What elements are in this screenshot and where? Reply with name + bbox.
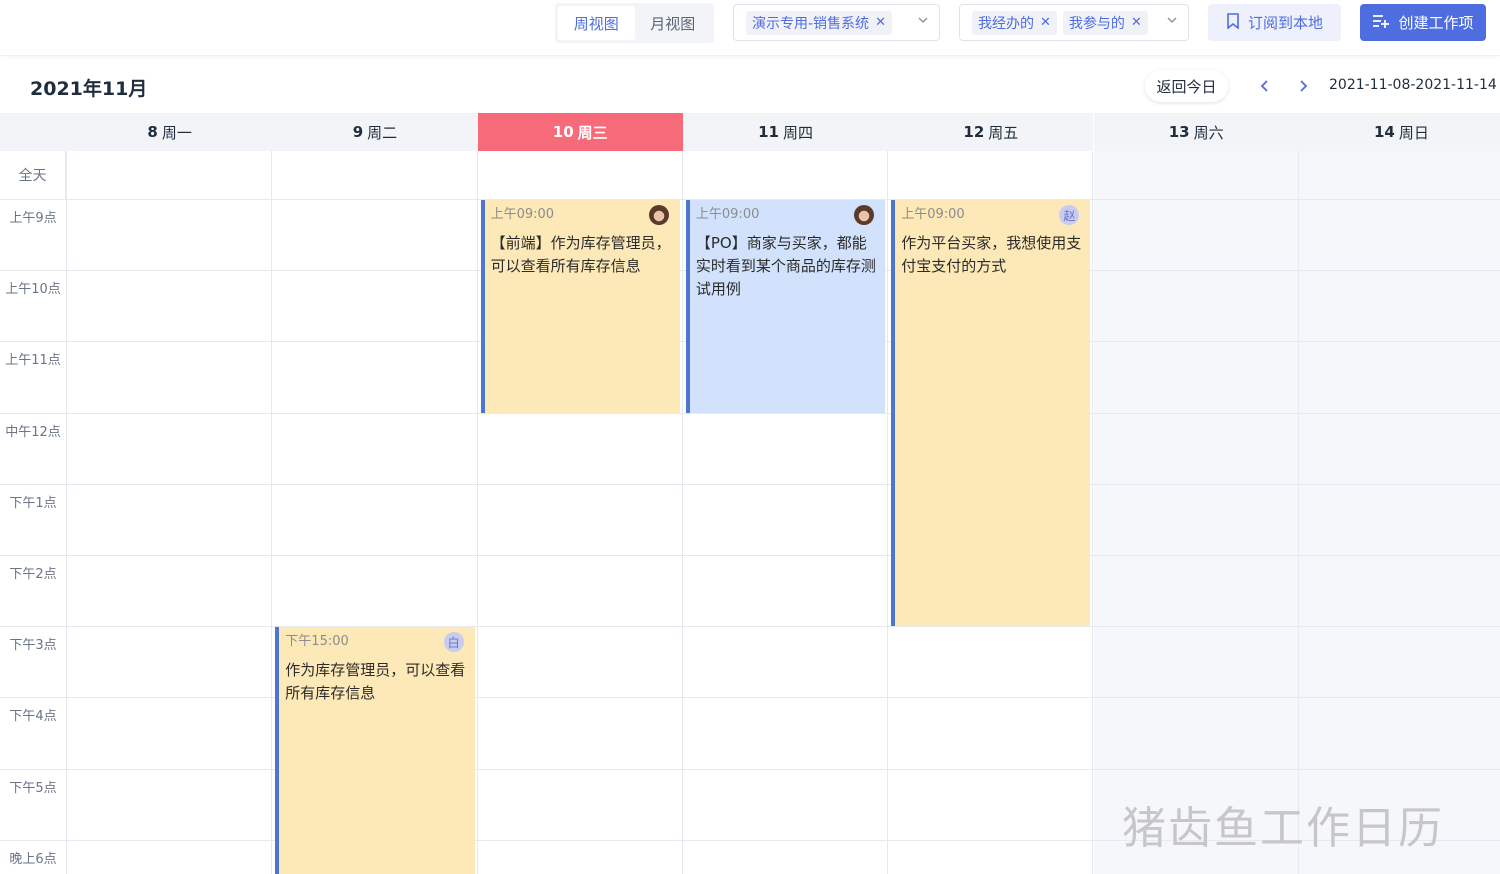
hour-divider: [0, 555, 1500, 556]
calendar-event[interactable]: 上午09:00 【PO】商家与买家，都能实时看到某个商品的库存测试用例: [685, 200, 886, 413]
calendar-event[interactable]: 下午15:00 作为库存管理员，可以查看所有库存信息 白: [275, 627, 475, 874]
hour-label: 下午5点: [9, 780, 57, 796]
hour-divider: [0, 697, 1500, 699]
view-switch: 周视图 月视图: [555, 3, 714, 43]
hour-label: 下午1点: [9, 495, 57, 511]
allday-label: 全天: [0, 151, 66, 199]
avatar: 白: [443, 632, 464, 653]
day-number: 11: [758, 123, 779, 141]
calendar-event[interactable]: 上午09:00 作为平台买家，我想使用支付宝支付的方式赵: [891, 200, 1091, 627]
day-number: 13: [1168, 123, 1190, 141]
hour-label: 上午10点: [5, 282, 61, 298]
day-header-9: 9 周二: [272, 113, 478, 151]
day-header-8: 8 周一: [0, 113, 273, 151]
hour-label: 下午3点: [9, 638, 57, 654]
subscribe-label: 订阅到本地: [1247, 14, 1323, 32]
day-header-11: 11 周四: [682, 113, 889, 151]
create-label: 创建工作项: [1398, 14, 1474, 32]
event-title: 作为库存管理员，可以查看所有库存信息: [285, 661, 466, 703]
day-column-8[interactable]: [67, 151, 273, 874]
watermark: 猪齿鱼工作日历: [1122, 803, 1444, 854]
day-weekday: 周六: [1193, 123, 1224, 142]
hour-divider: [0, 483, 1500, 485]
project-filter-select[interactable]: 演示专用-销售系统 ✕: [733, 4, 940, 41]
chevron-down-icon[interactable]: [917, 14, 929, 29]
role-filter-select[interactable]: 我经办的 ✕ 我参与的 ✕: [959, 4, 1189, 41]
hour-label: 下午4点: [9, 709, 57, 725]
day-header-13: 13 周六: [1093, 113, 1299, 151]
day-weekday: 周二: [367, 123, 398, 142]
day-number: 9: [352, 123, 364, 141]
project-filter-chip: 演示专用-销售系统 ✕: [746, 10, 892, 35]
calendar-grid: 全天 上午9点 上午10点 上午11点 中午12点 下午1点 下午2点 下午3点 下午4点 下午…: [0, 151, 1500, 874]
day-column-13[interactable]: [1093, 151, 1299, 874]
avatar: [648, 205, 669, 225]
day-weekday: 周一: [161, 123, 192, 142]
week-view-button[interactable]: 周视图: [558, 6, 635, 40]
chevron-down-icon[interactable]: [1166, 14, 1178, 29]
hour-divider: [0, 768, 1500, 770]
event-title: 作为平台买家，我想使用支付宝支付的方式: [901, 234, 1082, 275]
calendar-event[interactable]: 上午09:00 【前端】作为库存管理员，可以查看所有库存信息: [480, 200, 680, 413]
hour-label: 晚上6点: [9, 851, 57, 867]
hour-divider: [0, 626, 1500, 628]
hour-label: 上午9点: [9, 211, 57, 226]
close-icon[interactable]: ✕: [875, 15, 886, 30]
day-weekday: 周四: [782, 123, 813, 142]
subscribe-button[interactable]: 订阅到本地: [1208, 4, 1341, 41]
day-number: 10: [552, 123, 574, 141]
event-title: 【PO】商家与买家，都能实时看到某个商品的库存测试用例: [695, 234, 876, 298]
hour-gutter: [0, 151, 67, 874]
today-button[interactable]: 返回今日: [1145, 70, 1228, 102]
hour-divider: [0, 412, 1500, 414]
next-week-icon[interactable]: [1293, 74, 1313, 98]
add-list-icon: [1372, 14, 1390, 32]
role-filter-chip-label: 我参与的: [1068, 15, 1125, 32]
day-header-14: 14 周日: [1298, 113, 1500, 151]
day-weekday: 周三: [577, 123, 608, 142]
hour-label: 上午11点: [5, 353, 61, 369]
role-filter-chip-participated: 我参与的 ✕: [1062, 10, 1148, 35]
day-number: 14: [1374, 123, 1395, 141]
day-header-10: 10 周三: [477, 113, 683, 151]
top-toolbar: 周视图 月视图 演示专用-销售系统 ✕ 我经办的 ✕ 我参与的 ✕ 订阅到本地: [0, 0, 1500, 56]
bookmark-icon: [1226, 12, 1240, 33]
hour-label: 中午12点: [5, 424, 61, 440]
create-work-item-button[interactable]: 创建工作项: [1360, 4, 1486, 41]
project-filter-chip-label: 演示专用-销售系统: [752, 15, 870, 32]
day-header-12: 12 周五: [888, 113, 1094, 151]
day-weekday: 周日: [1398, 123, 1429, 142]
close-icon[interactable]: ✕: [1131, 15, 1142, 30]
role-filter-chip-assigned: 我经办的 ✕: [972, 10, 1057, 35]
prev-week-icon[interactable]: [1255, 74, 1275, 98]
close-icon[interactable]: ✕: [1040, 15, 1051, 30]
day-number: 12: [963, 123, 985, 141]
event-time: 上午09:00: [901, 207, 965, 222]
month-title: 2021年11月: [30, 78, 148, 100]
day-weekday: 周五: [988, 123, 1019, 142]
day-number: 8: [147, 123, 158, 141]
day-column-14[interactable]: [1298, 151, 1500, 874]
month-view-button[interactable]: 月视图: [635, 6, 712, 40]
event-time: 上午09:00: [695, 207, 760, 222]
hour-label: 下午2点: [9, 567, 57, 582]
role-filter-chip-label: 我经办的: [978, 15, 1034, 32]
date-range: 2021-11-08-2021-11-14: [1329, 77, 1497, 93]
event-time: 下午15:00: [285, 634, 349, 650]
event-time: 上午09:00: [490, 207, 555, 222]
event-title: 【前端】作为库存管理员，可以查看所有库存信息: [490, 234, 671, 275]
